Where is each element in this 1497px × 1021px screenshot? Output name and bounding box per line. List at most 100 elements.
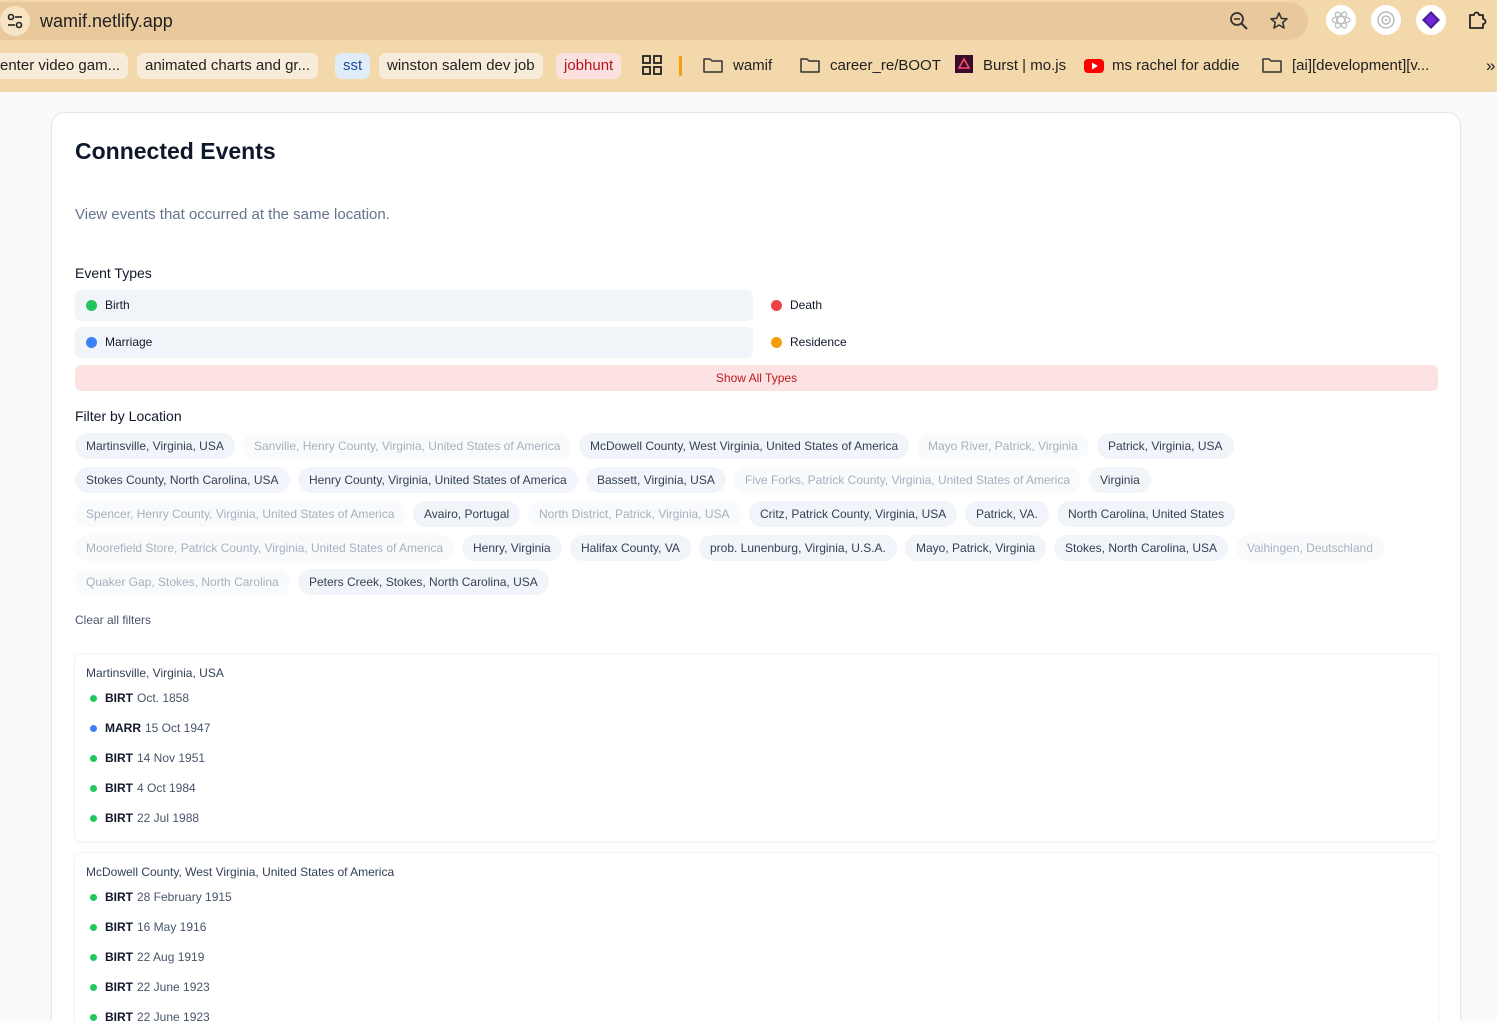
extension-target-icon[interactable]	[1371, 5, 1401, 35]
location-chip[interactable]: Critz, Patrick County, Virginia, USA	[749, 501, 958, 527]
location-chip[interactable]: Henry, Virginia	[462, 535, 562, 561]
event-row: BIRT 14 Nov 1951	[90, 751, 205, 765]
event-type-label: Marriage	[105, 335, 153, 349]
event-code: BIRT	[105, 811, 133, 825]
location-chip[interactable]: Bassett, Virginia, USA	[586, 467, 726, 493]
location-chip[interactable]: Martinsville, Virginia, USA	[75, 433, 235, 459]
event-dot-icon	[90, 694, 97, 702]
bookmark-folder[interactable]: wamif	[703, 53, 772, 79]
location-chip[interactable]: Mayo River, Patrick, Virginia	[917, 433, 1089, 459]
location-chip[interactable]: Vaihingen, Deutschland	[1236, 535, 1384, 561]
location-chip[interactable]: Five Forks, Patrick County, Virginia, Un…	[734, 467, 1082, 493]
folder-icon	[1262, 58, 1282, 73]
location-chip[interactable]: North District, Patrick, Virginia, USA	[528, 501, 741, 527]
event-date: 22 June 1923	[137, 980, 210, 994]
event-type-label: Residence	[790, 335, 847, 349]
event-dot-icon	[90, 923, 97, 931]
location-chip[interactable]: Halifax County, VA	[570, 535, 691, 561]
separator	[679, 56, 682, 76]
birth-dot-icon	[86, 299, 97, 311]
location-chip[interactable]: Moorefield Store, Patrick County, Virgin…	[75, 535, 455, 561]
event-row: MARR 15 Oct 1947	[90, 721, 210, 735]
more-bookmarks-chevron-icon[interactable]: »	[1486, 53, 1495, 79]
event-row: BIRT 16 May 1916	[90, 920, 206, 934]
bookmark-item[interactable]: jobhunt	[556, 53, 622, 79]
event-code: BIRT	[105, 751, 133, 765]
event-type-death[interactable]: Death	[760, 290, 1438, 320]
bookmark-item[interactable]: sst	[335, 53, 371, 79]
url-text[interactable]: wamif.netlify.app	[40, 11, 173, 32]
location-chip[interactable]: McDowell County, West Virginia, United S…	[579, 433, 910, 459]
event-date: 4 Oct 1984	[137, 781, 196, 795]
location-chip[interactable]: Virginia	[1089, 467, 1151, 493]
bookmark-item[interactable]: animated charts and gr...	[137, 53, 319, 79]
bookmark-item[interactable]: winston salem dev job	[379, 53, 543, 79]
event-row: BIRT 22 June 1923	[90, 980, 210, 994]
bookmark-folder[interactable]: [ai][development][v...	[1262, 53, 1429, 79]
bookmark-folder[interactable]: career_re/BOOT	[800, 53, 941, 79]
mojs-icon	[955, 55, 973, 73]
location-chip[interactable]: Spencer, Henry County, Virginia, United …	[75, 501, 406, 527]
youtube-icon	[1084, 59, 1104, 73]
event-date: 16 May 1916	[137, 920, 207, 934]
event-type-residence[interactable]: Residence	[760, 327, 1438, 357]
location-chip[interactable]: Quaker Gap, Stokes, North Carolina	[75, 569, 290, 595]
location-chip[interactable]: Mayo, Patrick, Virginia	[905, 535, 1047, 561]
location-chip[interactable]: Patrick, Virginia, USA	[1097, 433, 1234, 459]
extension-react-icon[interactable]	[1326, 5, 1356, 35]
group-location-title: McDowell County, West Virginia, United S…	[86, 865, 395, 879]
bookmark-label: Burst | mo.js	[983, 57, 1067, 74]
event-date: 28 February 1915	[137, 890, 232, 904]
event-row: BIRT 28 February 1915	[90, 890, 232, 904]
location-chip[interactable]: Stokes County, North Carolina, USA	[75, 467, 290, 493]
apps-grid-icon[interactable]	[642, 55, 662, 81]
location-chip[interactable]: Stokes, North Carolina, USA	[1054, 535, 1229, 561]
clear-filters-link[interactable]: Clear all filters	[75, 613, 151, 627]
bookmark-item[interactable]: Burst | mo.js	[955, 53, 1066, 79]
location-chip[interactable]: Sanville, Henry County, Virginia, United…	[243, 433, 572, 459]
site-info-icon[interactable]	[0, 6, 30, 36]
event-date: 22 Jul 1988	[137, 811, 200, 825]
location-chip[interactable]: Patrick, VA.	[965, 501, 1049, 527]
event-code: MARR	[105, 721, 141, 735]
bookmark-item[interactable]: ms rachel for addie	[1084, 53, 1240, 79]
event-date: 14 Nov 1951	[137, 751, 206, 765]
event-dot-icon	[90, 893, 97, 901]
extensions-puzzle-icon[interactable]	[1462, 5, 1492, 35]
bookmark-folder-label: wamif	[733, 57, 773, 74]
address-bar[interactable]: wamif.netlify.app	[0, 2, 1308, 40]
location-chip[interactable]: North Carolina, United States	[1057, 501, 1236, 527]
location-chip[interactable]: Avairo, Portugal	[413, 501, 521, 527]
group-location-title: Martinsville, Virginia, USA	[86, 666, 224, 680]
event-dot-icon	[90, 784, 97, 792]
event-code: BIRT	[105, 950, 133, 964]
event-type-birth[interactable]: Birth	[75, 290, 753, 320]
event-code: BIRT	[105, 920, 133, 934]
event-dot-icon	[90, 724, 97, 732]
event-row: BIRT 22 June 1923	[90, 1010, 210, 1021]
page-subtitle: View events that occurred at the same lo…	[75, 206, 390, 223]
event-code: BIRT	[105, 691, 133, 705]
event-row: BIRT 4 Oct 1984	[90, 781, 196, 795]
bookmark-star-icon[interactable]	[1268, 10, 1290, 32]
location-chip[interactable]: Peters Creek, Stokes, North Carolina, US…	[298, 569, 549, 595]
extension-diamond-icon[interactable]	[1416, 5, 1446, 35]
event-date: 15 Oct 1947	[145, 721, 211, 735]
event-date: 22 June 1923	[137, 1010, 210, 1021]
event-dot-icon	[90, 1013, 97, 1021]
location-chip[interactable]: Henry County, Virginia, United States of…	[298, 467, 578, 493]
event-types-label: Event Types	[75, 265, 152, 281]
event-type-label: Death	[790, 298, 823, 312]
connected-events-card: Connected Events View events that occurr…	[51, 112, 1461, 1021]
location-chip[interactable]: prob. Lunenburg, Virginia, U.S.A.	[699, 535, 897, 561]
show-all-types-button[interactable]: Show All Types	[75, 365, 1438, 391]
zoom-icon[interactable]	[1228, 10, 1250, 32]
folder-icon	[703, 58, 723, 73]
death-dot-icon	[771, 299, 782, 311]
event-code: BIRT	[105, 1010, 133, 1021]
bookmark-folder-label: [ai][development][v...	[1292, 57, 1430, 74]
event-type-marriage[interactable]: Marriage	[75, 327, 753, 357]
event-type-label: Birth	[105, 298, 130, 312]
event-code: BIRT	[105, 890, 133, 904]
bookmark-item[interactable]: enter video gam...	[0, 53, 129, 79]
